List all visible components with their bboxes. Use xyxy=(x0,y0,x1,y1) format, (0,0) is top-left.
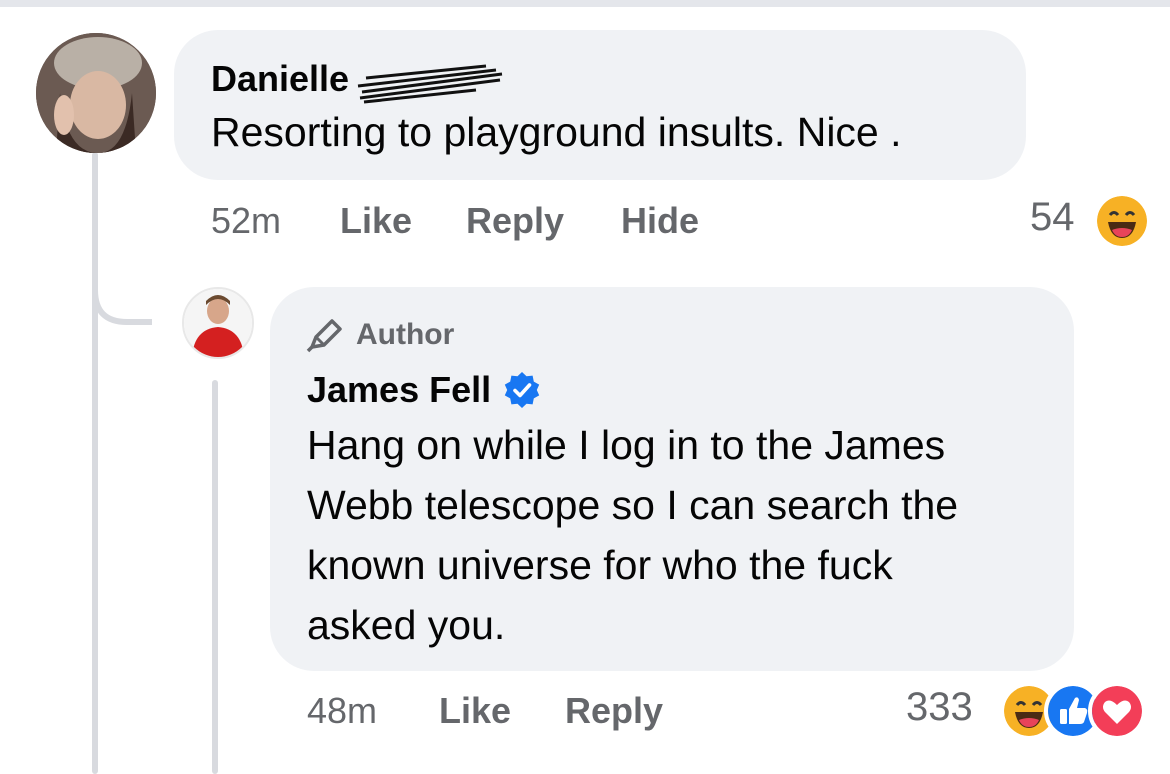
redaction-scribble xyxy=(357,64,503,104)
thread-branch-connector xyxy=(92,250,152,325)
haha-icon[interactable] xyxy=(1093,192,1151,250)
thread-line-main xyxy=(92,152,98,774)
avatar-portrait xyxy=(184,289,252,357)
love-icon[interactable] xyxy=(1088,682,1146,740)
reply-text-line: asked you. xyxy=(307,602,506,648)
hide-button[interactable]: Hide xyxy=(621,200,699,242)
reply-bubble[interactable]: Author James Fell Hang on while I log in… xyxy=(270,287,1074,671)
avatar-danielle[interactable] xyxy=(36,33,156,153)
reply-text-line: Webb telescope so I can search the xyxy=(307,482,959,528)
reaction-count[interactable]: 54 xyxy=(1030,195,1075,240)
like-button[interactable]: Like xyxy=(439,690,511,732)
reply-author-name[interactable]: James Fell xyxy=(307,369,491,411)
author-badge: Author xyxy=(306,317,454,353)
thread-line-reply xyxy=(212,380,218,774)
pen-icon xyxy=(306,319,342,353)
comment-bubble[interactable]: Danielle Resorting to playground insults… xyxy=(174,30,1026,180)
comment-timestamp[interactable]: 52m xyxy=(211,200,281,242)
verified-badge-icon xyxy=(504,372,540,408)
avatar-james-fell[interactable] xyxy=(182,287,254,359)
avatar-portrait xyxy=(36,33,156,153)
comment-text: Resorting to playground insults. Nice . xyxy=(211,109,902,155)
reply-timestamp[interactable]: 48m xyxy=(307,690,377,732)
reaction-count[interactable]: 333 xyxy=(906,685,973,730)
like-button[interactable]: Like xyxy=(340,200,412,242)
reply-button[interactable]: Reply xyxy=(466,200,564,242)
top-divider xyxy=(0,0,1170,7)
author-badge-label: Author xyxy=(356,318,455,351)
reply-text-line: known universe for who the fuck xyxy=(307,542,893,588)
reply-text: Hang on while I log in to the James Webb… xyxy=(307,415,958,655)
reply-text-line: Hang on while I log in to the James xyxy=(307,422,946,468)
comment-author-name[interactable]: Danielle xyxy=(211,58,349,99)
reply-button[interactable]: Reply xyxy=(565,690,663,732)
